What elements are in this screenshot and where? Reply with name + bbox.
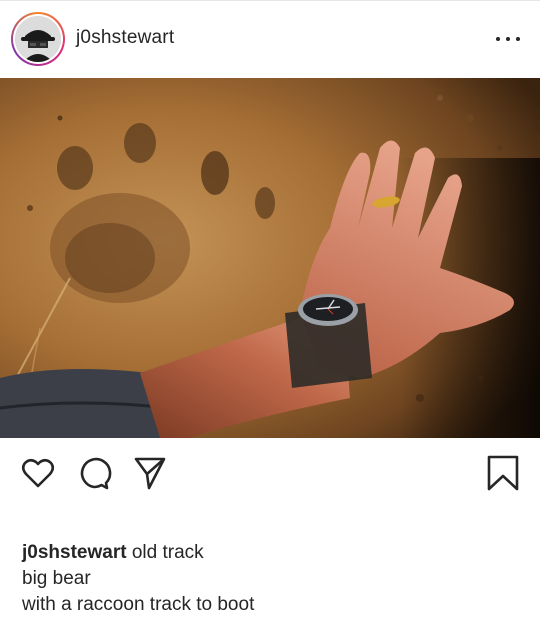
dot [516, 37, 520, 41]
caption-username[interactable]: j0shstewart [22, 542, 127, 563]
post-photo[interactable] [0, 78, 540, 438]
avatar [15, 16, 61, 62]
avatar-image [15, 16, 61, 62]
caption-line: with a raccoon track to boot [22, 594, 255, 615]
post-photo-image [0, 78, 540, 438]
avatar-gap [13, 14, 63, 64]
post-username[interactable]: j0shstewart [76, 27, 174, 49]
heart-icon[interactable] [20, 455, 56, 491]
avatar-story-ring[interactable] [11, 12, 65, 66]
send-icon[interactable] [132, 455, 168, 491]
bookmark-icon[interactable] [485, 455, 521, 491]
action-bar [0, 438, 540, 506]
post-header: j0shstewart [0, 1, 540, 77]
caption-first-line: j0shstewart old track [22, 540, 522, 566]
dot [506, 37, 510, 41]
more-options-icon[interactable] [496, 33, 520, 45]
comment-icon[interactable] [76, 455, 112, 491]
caption-line: big bear [22, 568, 91, 589]
post-caption: j0shstewart old track big bear with a ra… [22, 540, 522, 618]
dot [496, 37, 500, 41]
caption-text: old track [131, 542, 204, 563]
